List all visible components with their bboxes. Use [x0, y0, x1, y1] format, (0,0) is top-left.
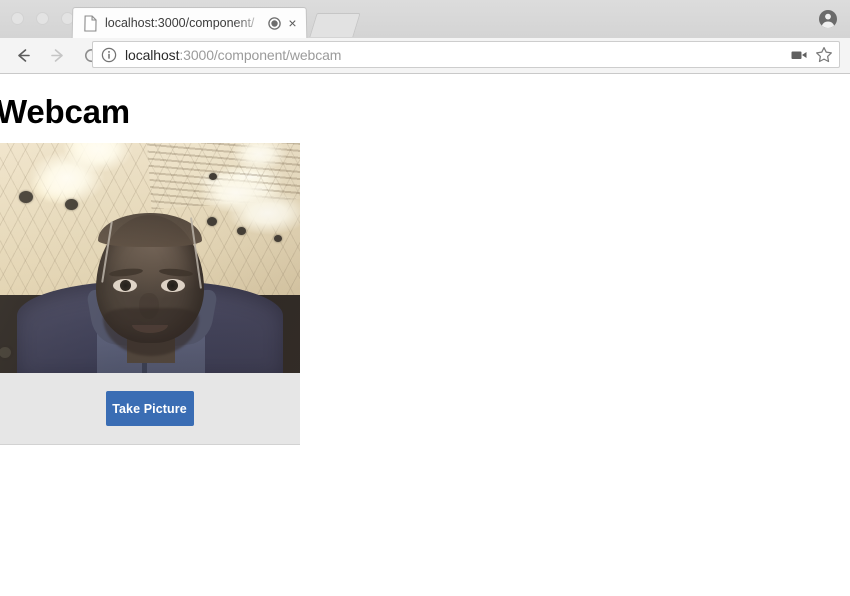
- person-hair: [98, 213, 202, 247]
- browser-window: localhost:3000/component/ × localhost:30…: [0, 0, 850, 596]
- iris-left: [120, 280, 131, 291]
- webcam-card: Take Picture: [0, 143, 300, 445]
- address-bar-url[interactable]: localhost:3000/component/webcam: [125, 47, 789, 63]
- ceiling-spot-light: [19, 191, 33, 203]
- video-camera-icon[interactable]: [789, 47, 809, 63]
- ceiling-spot-light: [65, 199, 78, 210]
- arrow-right-icon: [43, 42, 71, 70]
- take-picture-button[interactable]: Take Picture: [105, 391, 194, 426]
- page-content: Webcam Take Picture: [0, 75, 850, 596]
- browser-tab-active[interactable]: localhost:3000/component/ ×: [71, 7, 308, 39]
- ceiling-spot-light: [209, 173, 217, 180]
- url-host: localhost: [125, 46, 180, 63]
- webcam-stream-frame: [0, 143, 300, 373]
- tab-strip: localhost:3000/component/ ×: [0, 0, 850, 39]
- page-title: Webcam: [0, 93, 130, 130]
- arrow-left-icon[interactable]: [9, 42, 37, 70]
- webcam-video-preview[interactable]: [0, 143, 300, 373]
- document-icon: [83, 14, 98, 32]
- window-controls: [11, 12, 74, 25]
- address-bar[interactable]: localhost:3000/component/webcam: [92, 41, 840, 68]
- info-circle-icon[interactable]: [101, 47, 117, 63]
- account-circle-icon[interactable]: [814, 7, 842, 31]
- person-silhouette: [0, 213, 300, 373]
- star-outline-icon[interactable]: [815, 46, 833, 64]
- url-path: :3000/component/webcam: [179, 46, 342, 63]
- minimize-window-button[interactable]: [36, 12, 49, 25]
- tab-close-icon[interactable]: ×: [285, 15, 300, 31]
- media-recording-icon: [268, 16, 281, 30]
- webcam-controls-bar: Take Picture: [0, 373, 300, 445]
- close-window-button[interactable]: [11, 12, 24, 25]
- new-tab-button[interactable]: [309, 13, 361, 37]
- iris-right: [167, 280, 178, 291]
- browser-tab-title: localhost:3000/component/: [104, 16, 255, 31]
